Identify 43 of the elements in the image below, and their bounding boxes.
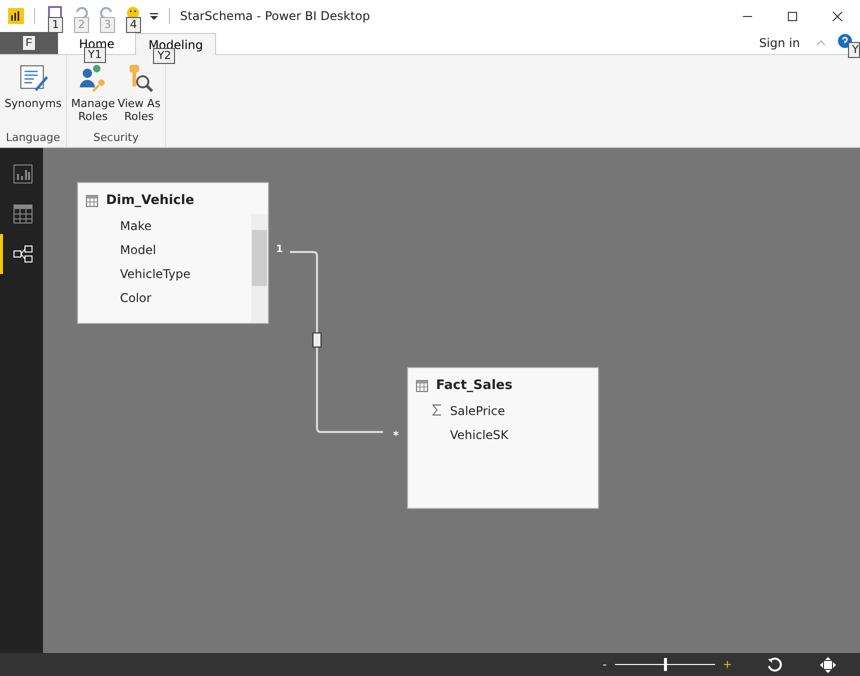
ribbon-button[interactable]: Synonyms (3, 63, 63, 131)
save-icon[interactable] (48, 6, 62, 20)
fit-to-page-icon[interactable] (820, 656, 836, 672)
pencil-list-icon (18, 63, 48, 93)
group-label: Security (92, 131, 140, 146)
keytip: 2 (74, 17, 89, 33)
table-card[interactable]: Fact_Sales SalePrice VehicleSK (407, 367, 599, 509)
field-name[interactable]: VehicleSK (450, 428, 508, 442)
keytip: 3 (100, 17, 115, 33)
file-tab[interactable]: F (0, 32, 58, 54)
keytip: Y2 (153, 48, 176, 64)
cardinality-label: 1 (276, 244, 283, 255)
field-name[interactable]: SalePrice (450, 404, 505, 418)
keytip: 1 (48, 17, 63, 33)
scrollbar[interactable] (251, 214, 268, 323)
table-icon (86, 194, 98, 206)
sigma-icon (432, 404, 442, 416)
window-title: StarSchema - Power BI Desktop (180, 9, 370, 23)
table-name: Fact_Sales (436, 378, 512, 393)
diagram-icon (13, 244, 33, 264)
group-label: Language (4, 131, 62, 146)
bar-chart-icon (13, 164, 33, 184)
dropdown-caret-icon[interactable] (149, 11, 159, 21)
field-name[interactable]: Color (120, 291, 152, 305)
field-name[interactable]: VehicleType (120, 267, 190, 281)
zoom-out-label[interactable]: - (602, 658, 607, 671)
ribbon-button[interactable]: Manage Roles (70, 63, 116, 131)
field-name[interactable]: Make (120, 219, 152, 233)
table-icon (416, 380, 428, 392)
relationship-line[interactable] (290, 251, 383, 433)
keytip: Y1 (84, 47, 106, 63)
table-card[interactable]: Dim_Vehicle Make Model VehicleType Color (77, 182, 269, 324)
table-name: Dim_Vehicle (106, 193, 194, 208)
sign-in-link[interactable]: Sign in (759, 36, 800, 50)
zoom-in-label[interactable]: + (722, 658, 732, 671)
reset-icon[interactable] (766, 656, 782, 672)
table-grid-icon (13, 204, 33, 224)
cardinality-label: * (393, 429, 399, 442)
ribbon-button[interactable]: View As Roles (116, 63, 162, 131)
app-logo-icon (8, 8, 24, 24)
keytip: Y (848, 42, 860, 58)
keytip: 4 (126, 17, 141, 33)
field-name[interactable]: Model (120, 243, 156, 257)
